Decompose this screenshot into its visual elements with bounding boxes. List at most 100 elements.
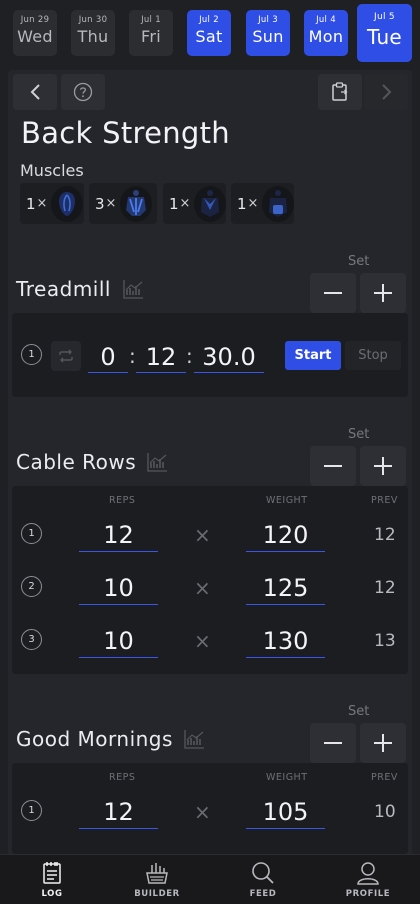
- times-symbol: ×: [105, 196, 117, 211]
- weight-input[interactable]: 130: [246, 625, 325, 658]
- date-fri[interactable]: Jul 1 Fri: [129, 10, 173, 56]
- muscle-chip-traps[interactable]: 1 ×: [163, 183, 226, 224]
- minus-icon: [324, 465, 342, 467]
- nav-log[interactable]: LOG: [2, 861, 102, 899]
- set-number: 1: [21, 800, 42, 821]
- nav-builder[interactable]: BUILDER: [107, 861, 207, 899]
- nav-label: LOG: [41, 889, 63, 899]
- date-month-day: Jun 30: [78, 15, 108, 25]
- nav-label: FEED: [249, 889, 277, 899]
- search-icon: [252, 862, 274, 884]
- exercise-name-cable-rows[interactable]: Cable Rows: [16, 450, 136, 474]
- nav-profile[interactable]: PROFILE: [318, 861, 418, 899]
- plus-icon: [374, 457, 392, 475]
- date-sat[interactable]: Jul 2 Sat: [187, 10, 231, 56]
- set-number: 1: [21, 523, 42, 544]
- prev-value: 10: [374, 802, 396, 822]
- set-number: 3: [21, 629, 42, 650]
- profile-icon: [357, 862, 379, 885]
- bottom-nav: LOG BUILDER FEED PROFILE: [0, 854, 420, 904]
- reps-input[interactable]: 12: [79, 796, 158, 829]
- remove-set-button[interactable]: [310, 273, 356, 313]
- date-month-day: Jul 5: [374, 12, 395, 22]
- date-weekday: Tue: [366, 25, 403, 49]
- exercise-name-good-mornings[interactable]: Good Mornings: [16, 727, 173, 751]
- muscle-count: 1: [169, 194, 179, 213]
- times-symbol: ×: [179, 196, 191, 211]
- remove-set-button[interactable]: [310, 723, 356, 763]
- clipboard-button[interactable]: [318, 74, 362, 110]
- date-wed[interactable]: Jun 29 Wed: [13, 10, 57, 56]
- add-set-button[interactable]: [360, 446, 406, 486]
- weight-input[interactable]: 125: [246, 572, 325, 605]
- prev-column-header: PREV: [371, 772, 398, 783]
- reps-column-header: REPS: [109, 495, 136, 506]
- workout-title: Back Strength: [21, 116, 230, 150]
- clipboard-icon: [332, 82, 348, 101]
- minutes-input[interactable]: 12: [136, 341, 186, 373]
- chart-icon[interactable]: [184, 729, 205, 749]
- muscle-count: 1: [237, 194, 247, 213]
- hours-input[interactable]: 0: [88, 341, 128, 373]
- date-strip: Jun 29 Wed Jun 30 Thu Jul 1 Fri Jul 2 Sa…: [0, 0, 420, 66]
- lats-muscle-icon: [120, 185, 153, 222]
- set-number: 2: [21, 576, 42, 597]
- repeat-icon: [59, 349, 73, 363]
- prev-value: 13: [374, 631, 396, 651]
- muscle-chip-lats[interactable]: 3 ×: [89, 183, 157, 224]
- nav-feed[interactable]: FEED: [213, 861, 313, 899]
- help-icon: [73, 82, 93, 102]
- muscle-count: 3: [95, 194, 105, 213]
- chevron-right-icon: [382, 84, 392, 100]
- minus-icon: [324, 292, 342, 294]
- builder-icon: [146, 863, 168, 884]
- muscle-chip-lower-back[interactable]: 1 ×: [231, 183, 294, 224]
- date-month-day: Jul 3: [258, 15, 278, 25]
- date-month-day: Jul 4: [316, 15, 336, 25]
- weight-input[interactable]: 120: [246, 519, 325, 552]
- add-set-button[interactable]: [360, 273, 406, 313]
- minus-icon: [324, 742, 342, 744]
- weight-column-header: WEIGHT: [266, 495, 308, 506]
- add-set-button[interactable]: [360, 723, 406, 763]
- reps-input[interactable]: 10: [79, 625, 158, 658]
- set-number: 1: [21, 344, 42, 365]
- time-separator: :: [186, 344, 193, 368]
- reps-input[interactable]: 12: [79, 519, 158, 552]
- exercise-name-treadmill[interactable]: Treadmill: [16, 277, 111, 301]
- start-button[interactable]: Start: [285, 341, 341, 370]
- date-sun[interactable]: Jul 3 Sun: [246, 10, 290, 56]
- workout-log-screen: Jun 29 Wed Jun 30 Thu Jul 1 Fri Jul 2 Sa…: [0, 0, 420, 904]
- date-month-day: Jul 1: [141, 15, 161, 25]
- chart-icon[interactable]: [123, 279, 144, 299]
- times-symbol: ×: [194, 629, 211, 653]
- chart-icon[interactable]: [147, 452, 168, 472]
- date-weekday: Sat: [195, 27, 223, 46]
- stop-button[interactable]: Stop: [345, 341, 401, 370]
- date-month-day: Jun 29: [20, 15, 50, 25]
- set-label: Set: [348, 427, 370, 442]
- prev-column-header: PREV: [371, 495, 398, 506]
- muscle-chip-upper-back[interactable]: 1 ×: [20, 183, 84, 224]
- help-button[interactable]: [61, 74, 105, 110]
- date-mon[interactable]: Jul 4 Mon: [304, 10, 348, 56]
- forward-button[interactable]: [364, 74, 408, 110]
- reps-input[interactable]: 10: [79, 572, 158, 605]
- repeat-button[interactable]: [51, 341, 81, 371]
- date-thu[interactable]: Jun 30 Thu: [71, 10, 115, 56]
- remove-set-button[interactable]: [310, 446, 356, 486]
- muscle-count: 1: [26, 194, 36, 213]
- nav-label: PROFILE: [345, 889, 391, 899]
- weight-input[interactable]: 105: [246, 796, 325, 829]
- weight-column-header: WEIGHT: [266, 772, 308, 783]
- date-weekday: Fri: [141, 27, 161, 46]
- seconds-input[interactable]: 30.0: [194, 341, 264, 373]
- date-month-day: Jul 2: [199, 15, 219, 25]
- traps-muscle-icon: [194, 185, 226, 222]
- muscles-label: Muscles: [20, 161, 84, 180]
- set-label: Set: [348, 704, 370, 719]
- back-button[interactable]: [13, 74, 57, 110]
- date-tue-current[interactable]: Jul 5 Tue: [357, 4, 412, 62]
- prev-value: 12: [374, 525, 396, 545]
- chevron-left-icon: [30, 84, 40, 100]
